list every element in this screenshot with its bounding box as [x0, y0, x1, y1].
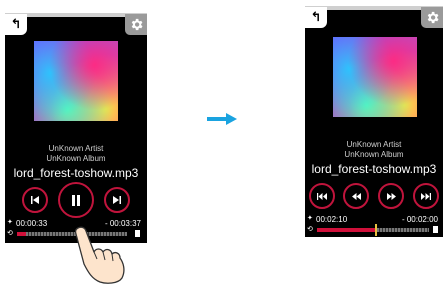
- skip-previous-icon: [31, 196, 39, 204]
- settings-button[interactable]: [125, 14, 147, 35]
- pointing-hand-icon: [74, 226, 125, 284]
- artist-label: UnKnown Artist: [346, 140, 402, 149]
- album-art: [34, 41, 118, 121]
- pause-button[interactable]: [58, 182, 94, 218]
- seek-bar-fill: [317, 228, 376, 232]
- settings-button[interactable]: [421, 7, 443, 28]
- player-screen-before: ↰ UnKnown Artist UnKnown Album lord_fore…: [5, 13, 147, 243]
- previous-button[interactable]: [22, 187, 48, 213]
- fast-rewind-icon: [317, 192, 327, 200]
- fast-forward-icon: [421, 192, 431, 200]
- elapsed-time: 00:02:10: [316, 215, 348, 224]
- pause-icon: [72, 194, 80, 206]
- back-arrow-icon: ↰: [310, 10, 322, 25]
- album-art: [333, 37, 417, 117]
- next-button[interactable]: [378, 183, 404, 209]
- seek-bar-thumb[interactable]: [375, 224, 378, 236]
- gear-icon: [131, 18, 142, 31]
- forward-icon: [386, 192, 396, 200]
- seek-end-marker: [135, 230, 140, 237]
- track-title: lord_forest-toshow.mp3: [13, 166, 139, 180]
- pin-icon: ✦: [307, 215, 313, 222]
- previous-button[interactable]: [343, 183, 369, 209]
- album-label: UnKnown Album: [46, 154, 106, 163]
- right-arrow-icon: [207, 113, 237, 125]
- player-screen-after: ↰ UnKnown Artist UnKnown Album lord_fore…: [305, 6, 443, 237]
- back-button[interactable]: ↰: [5, 14, 27, 35]
- repeat-icon[interactable]: ⟲: [307, 225, 313, 233]
- gear-icon: [427, 11, 438, 24]
- seek-bar-fill: [17, 232, 26, 236]
- seek-bar[interactable]: [317, 224, 429, 236]
- back-arrow-icon: ↰: [10, 17, 22, 32]
- elapsed-time: 00:00:33: [16, 219, 48, 228]
- back-button[interactable]: ↰: [305, 7, 327, 28]
- repeat-icon[interactable]: ⟲: [7, 229, 13, 237]
- remaining-time: - 00:02:00: [401, 215, 438, 224]
- next-button[interactable]: [104, 187, 130, 213]
- rewind-icon: [351, 192, 361, 200]
- fast-forward-button[interactable]: [413, 183, 439, 209]
- track-title: lord_forest-toshow.mp3: [311, 162, 437, 176]
- skip-next-icon: [113, 196, 121, 204]
- seek-end-marker: [433, 226, 438, 233]
- pin-icon: ✦: [7, 219, 13, 226]
- artist-label: UnKnown Artist: [48, 144, 104, 153]
- album-label: UnKnown Album: [344, 150, 404, 159]
- fast-rewind-button[interactable]: [309, 183, 335, 209]
